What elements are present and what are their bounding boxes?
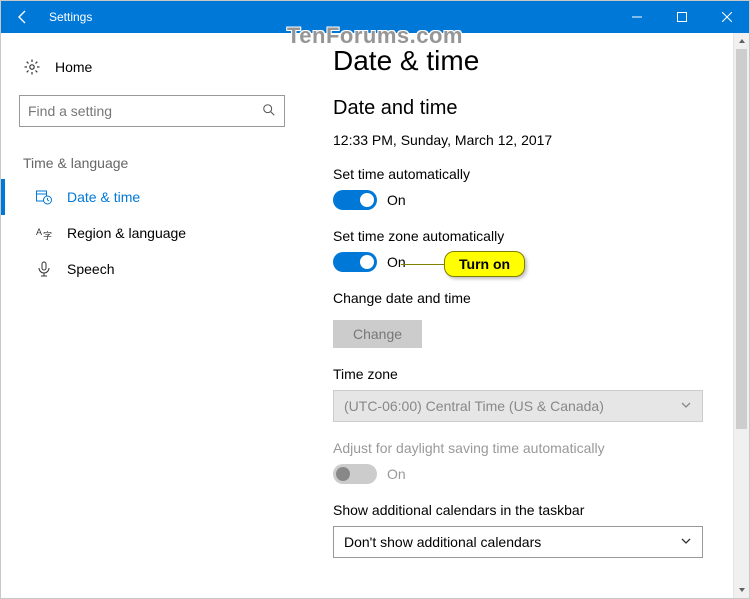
additional-calendars-value: Don't show additional calendars	[344, 534, 541, 550]
change-date-time-label: Change date and time	[333, 290, 703, 306]
sidebar-item-speech[interactable]: Speech	[1, 251, 285, 287]
set-time-auto-label: Set time automatically	[333, 166, 703, 182]
change-button: Change	[333, 320, 422, 348]
dst-label: Adjust for daylight saving time automati…	[333, 440, 703, 456]
scrollbar-thumb[interactable]	[736, 49, 747, 429]
clock-calendar-icon	[35, 189, 53, 205]
dst-state: On	[387, 466, 406, 482]
set-time-auto-state: On	[387, 192, 406, 208]
back-button[interactable]	[1, 1, 45, 33]
sidebar: Home Find a setting Time & language Date…	[1, 33, 303, 598]
sidebar-item-label: Region & language	[67, 225, 186, 241]
titlebar: Settings	[1, 1, 749, 33]
set-tz-auto-label: Set time zone automatically	[333, 228, 703, 244]
additional-calendars-label: Show additional calendars in the taskbar	[333, 502, 703, 518]
annotation-text: Turn on	[459, 256, 510, 272]
maximize-button[interactable]	[659, 1, 704, 33]
chevron-down-icon	[680, 534, 692, 550]
search-icon	[262, 103, 276, 120]
sidebar-item-region-language[interactable]: A字 Region & language	[1, 215, 285, 251]
annotation-leader-line	[401, 264, 446, 265]
timezone-dropdown: (UTC-06:00) Central Time (US & Canada)	[333, 390, 703, 422]
timezone-value: (UTC-06:00) Central Time (US & Canada)	[344, 398, 604, 414]
dst-toggle	[333, 464, 377, 484]
set-time-auto-toggle[interactable]	[333, 190, 377, 210]
annotation-bubble: Turn on	[444, 251, 525, 277]
svg-text:A: A	[36, 227, 42, 237]
close-button[interactable]	[704, 1, 749, 33]
sidebar-item-label: Speech	[67, 261, 114, 277]
scrollbar[interactable]	[733, 33, 749, 598]
section-header: Date and time	[333, 97, 703, 120]
main-content: Date & time Date and time 12:33 PM, Sund…	[303, 33, 733, 598]
sidebar-section-title: Time & language	[19, 155, 285, 171]
scroll-down-arrow[interactable]	[734, 582, 749, 598]
sidebar-item-date-time[interactable]: Date & time	[1, 179, 285, 215]
scroll-up-arrow[interactable]	[734, 33, 749, 49]
minimize-button[interactable]	[614, 1, 659, 33]
sidebar-item-label: Date & time	[67, 189, 140, 205]
gear-icon	[23, 59, 41, 75]
home-nav[interactable]: Home	[19, 51, 285, 83]
set-tz-auto-toggle[interactable]	[333, 252, 377, 272]
set-tz-auto-state: On	[387, 254, 406, 270]
current-datetime: 12:33 PM, Sunday, March 12, 2017	[333, 132, 703, 148]
page-title: Date & time	[333, 45, 703, 77]
window-title: Settings	[49, 10, 92, 24]
window-controls	[614, 1, 749, 33]
search-placeholder: Find a setting	[28, 103, 112, 119]
language-icon: A字	[35, 225, 53, 241]
chevron-down-icon	[680, 398, 692, 414]
search-input[interactable]: Find a setting	[19, 95, 285, 127]
microphone-icon	[35, 261, 53, 277]
additional-calendars-dropdown[interactable]: Don't show additional calendars	[333, 526, 703, 558]
timezone-label: Time zone	[333, 366, 703, 382]
home-label: Home	[55, 59, 92, 75]
svg-text:字: 字	[43, 230, 52, 241]
